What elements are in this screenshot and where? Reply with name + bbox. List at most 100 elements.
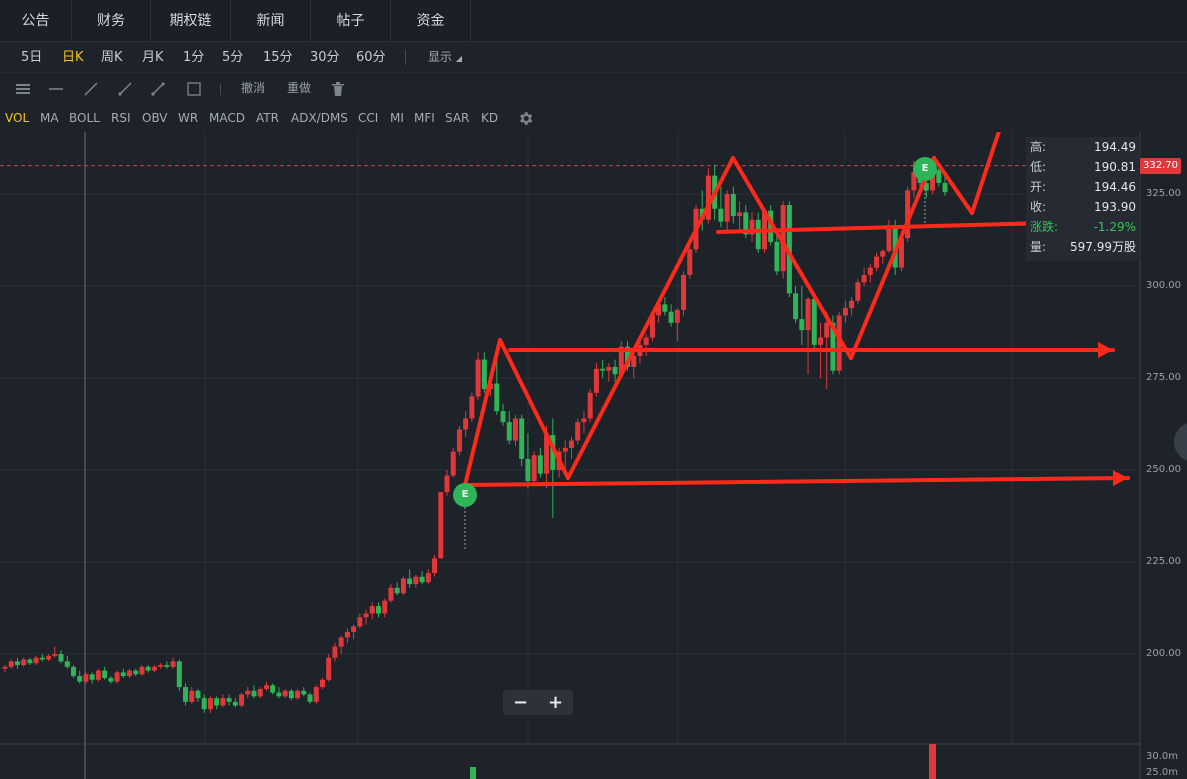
indicator-adx-dms[interactable]: ADX/DMS (291, 104, 348, 132)
candle-body (593, 368, 599, 393)
candle-body (95, 670, 101, 680)
candle-body (413, 576, 419, 585)
indicator-boll[interactable]: BOLL (69, 104, 100, 132)
indicator-cci[interactable]: CCI (358, 104, 378, 132)
candle-body (52, 654, 58, 656)
candle-body (600, 368, 606, 371)
candle-body (382, 600, 388, 614)
candlestick-plot[interactable] (0, 132, 1187, 779)
redo-button[interactable]: 重做 (287, 73, 311, 104)
period-5min[interactable]: 5分 (222, 42, 243, 73)
volume-label: 量: (1030, 240, 1047, 254)
close-value: 193.90 (1094, 200, 1136, 214)
tab-posts[interactable]: 帖子 (311, 0, 391, 42)
candle-body (799, 319, 805, 331)
indicator-vol[interactable]: VOL (5, 104, 29, 132)
indicator-wr[interactable]: WR (178, 104, 198, 132)
indicator-ma[interactable]: MA (40, 104, 59, 132)
candle-body (33, 657, 39, 664)
settings-gear-icon[interactable] (517, 110, 534, 127)
indicator-rsi[interactable]: RSI (111, 104, 131, 132)
candle-body (855, 282, 861, 301)
layers-icon[interactable] (14, 81, 32, 97)
candle-body (643, 337, 649, 345)
trend-line-icon[interactable] (83, 81, 99, 97)
earnings-marker[interactable]: E (453, 483, 477, 507)
indicator-mfi[interactable]: MFI (414, 104, 435, 132)
indicator-bar: VOL MA BOLL RSI OBV WR MACD ATR ADX/DMS … (0, 104, 1187, 132)
candle-body (531, 455, 537, 482)
indicator-sar[interactable]: SAR (445, 104, 469, 132)
period-1min[interactable]: 1分 (183, 42, 204, 73)
tab-capital-flow[interactable]: 资金 (391, 0, 471, 42)
indicator-obv[interactable]: OBV (142, 104, 168, 132)
zoom-in-button[interactable]: + (538, 690, 573, 715)
candle-body (774, 241, 780, 272)
candle-body (376, 606, 382, 614)
candle-body (481, 359, 487, 390)
candle-body (282, 690, 288, 697)
zoom-out-button[interactable]: − (503, 690, 538, 715)
candle-body (201, 698, 207, 710)
candle-body (681, 274, 687, 310)
dropdown-caret-icon: ◢ (455, 54, 462, 63)
tab-news[interactable]: 新闻 (231, 0, 311, 42)
annotation-line (849, 156, 936, 360)
candle-body (108, 677, 114, 682)
candle-body (537, 455, 543, 474)
candle-body (357, 617, 363, 627)
candle-body (369, 606, 375, 614)
candle-body (867, 267, 873, 275)
period-30min[interactable]: 30分 (310, 42, 340, 73)
horizontal-line-icon[interactable] (48, 81, 64, 97)
candle-body (407, 578, 413, 585)
open-label: 开: (1030, 180, 1047, 194)
ray-line-icon[interactable] (117, 81, 133, 97)
earnings-marker[interactable]: E (913, 157, 937, 181)
period-bar: 5日 日K 周K 月K 1分 5分 15分 30分 60分 显示 ◢ (0, 42, 1187, 73)
annotation-line (731, 156, 853, 360)
price-chart[interactable] (0, 132, 1187, 779)
indicator-macd[interactable]: MACD (209, 104, 245, 132)
candle-body (612, 366, 618, 375)
annotation-line (970, 132, 1001, 215)
tab-options-chain[interactable]: 期权链 (151, 0, 231, 42)
candle-body (874, 256, 880, 268)
y-tick: 325.00 (1146, 188, 1181, 199)
candle-body (301, 690, 307, 695)
candle-body (46, 655, 52, 660)
period-daily[interactable]: 日K (62, 42, 84, 73)
period-60min[interactable]: 60分 (356, 42, 386, 73)
candle-body (662, 304, 668, 312)
period-weekly[interactable]: 周K (101, 42, 123, 73)
period-5day[interactable]: 5日 (21, 42, 42, 73)
candle-body (295, 690, 301, 699)
candle-body (232, 701, 238, 706)
candle-body (170, 661, 176, 667)
segment-line-icon[interactable] (150, 81, 166, 97)
candle-body (89, 674, 95, 680)
indicator-atr[interactable]: ATR (256, 104, 279, 132)
period-15min[interactable]: 15分 (263, 42, 293, 73)
display-dropdown[interactable]: 显示 ◢ (428, 42, 462, 73)
candle-body (338, 637, 344, 647)
indicator-kd[interactable]: KD (481, 104, 498, 132)
annotation-arrowhead (1112, 470, 1128, 487)
candle-body (394, 587, 400, 594)
rectangle-icon[interactable] (186, 81, 202, 97)
candle-body (500, 411, 506, 423)
candle-body (189, 690, 195, 702)
candle-body (14, 661, 20, 666)
trash-icon[interactable] (331, 81, 345, 97)
candle-body (506, 422, 512, 441)
undo-button[interactable]: 撤消 (241, 73, 265, 104)
candle-body (39, 657, 45, 660)
divider (220, 84, 221, 95)
tab-announcements[interactable]: 公告 (0, 0, 72, 42)
tab-financials[interactable]: 财务 (72, 0, 151, 42)
candle-body (351, 626, 357, 632)
candle-body (450, 451, 456, 476)
indicator-mi[interactable]: MI (390, 104, 404, 132)
period-monthly[interactable]: 月K (142, 42, 164, 73)
candle-body (145, 666, 151, 671)
